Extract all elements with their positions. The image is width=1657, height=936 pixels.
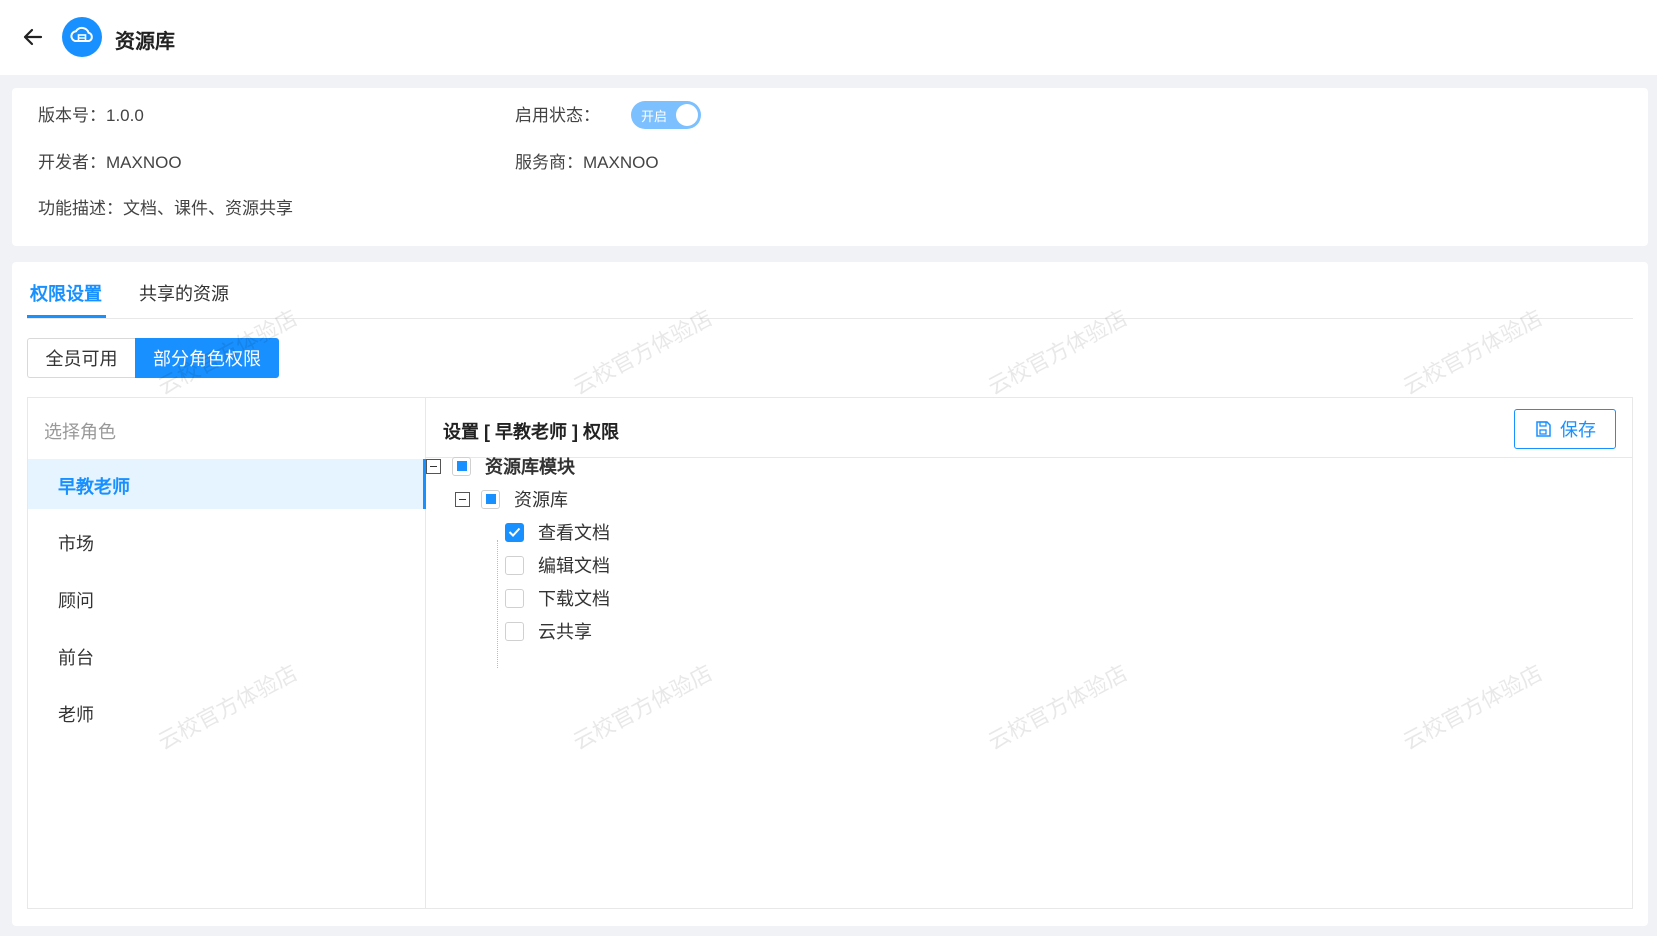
- collapse-icon[interactable]: [426, 458, 441, 474]
- view-doc-checkbox[interactable]: [505, 522, 524, 542]
- group-label: 资源库: [514, 490, 568, 510]
- tab-shared-resources[interactable]: 共享的资源: [139, 280, 229, 306]
- role-item[interactable]: 老师: [28, 687, 426, 737]
- tree-guide-line: [497, 540, 498, 668]
- segment-all-members[interactable]: 全员可用: [27, 338, 135, 378]
- status-label: 启用状态：: [515, 106, 600, 125]
- group-checkbox[interactable]: [481, 489, 500, 509]
- module-label: 资源库模块: [485, 457, 575, 477]
- permissions-card: 权限设置 共享的资源 全员可用 部分角色权限 选择角色 早教老师 市场 顾问 前…: [12, 262, 1648, 926]
- status-toggle-text: 开启: [641, 109, 668, 124]
- module-checkbox[interactable]: [452, 456, 471, 476]
- back-arrow-icon[interactable]: [20, 24, 46, 50]
- active-tab-indicator: [27, 315, 106, 318]
- toggle-knob: [676, 104, 698, 126]
- role-item-label: 前台: [58, 648, 94, 668]
- download-doc-checkbox[interactable]: [505, 588, 524, 608]
- check-icon: [508, 527, 521, 537]
- role-item-label: 顾问: [58, 591, 94, 611]
- role-item-label: 老师: [58, 705, 94, 725]
- tree-leaf: 下载文档: [505, 585, 610, 611]
- permission-title: 设置 [ 早教老师 ] 权限: [443, 422, 619, 442]
- tree-leaf: 编辑文档: [505, 552, 610, 578]
- leaf-label: 查看文档: [538, 523, 610, 543]
- tab-permission-settings[interactable]: 权限设置: [30, 280, 102, 306]
- role-item[interactable]: 前台: [28, 630, 426, 680]
- save-icon: [1536, 421, 1551, 437]
- role-list-heading: 选择角色: [44, 422, 116, 442]
- status-toggle[interactable]: 开启: [631, 101, 701, 129]
- leaf-label: 下载文档: [538, 589, 610, 609]
- cloud-share-checkbox[interactable]: [505, 621, 524, 641]
- tree-node-group: 资源库: [455, 486, 568, 512]
- app-logo-icon: [62, 17, 102, 57]
- leaf-label: 编辑文档: [538, 556, 610, 576]
- permission-area: 设置 [ 早教老师 ] 权限 保存: [426, 398, 1632, 908]
- role-item[interactable]: 早教老师: [28, 459, 426, 509]
- collapse-icon[interactable]: [455, 491, 470, 507]
- provider-text: 服务商：MAXNOO: [515, 153, 659, 172]
- save-button-label: 保存: [1560, 420, 1596, 440]
- edit-doc-checkbox[interactable]: [505, 555, 524, 575]
- leaf-label: 云共享: [538, 622, 592, 642]
- app-info-card: 版本号：1.0.0 启用状态： 开启 开发者：MAXNOO 服务商：MAXNOO…: [12, 88, 1648, 246]
- tree-leaf: 云共享: [505, 618, 592, 644]
- role-item[interactable]: 顾问: [28, 573, 426, 623]
- version-text: 版本号：1.0.0: [38, 106, 144, 125]
- tree-leaf: 查看文档: [505, 519, 610, 545]
- role-item[interactable]: 市场: [28, 516, 426, 566]
- segment-partial-roles[interactable]: 部分角色权限: [135, 338, 279, 378]
- role-permission-panel: 选择角色 早教老师 市场 顾问 前台 老师 设置 [ 早教老师 ] 权限 保存: [27, 397, 1633, 909]
- description-text: 功能描述：文档、课件、资源共享: [38, 199, 293, 218]
- save-button[interactable]: 保存: [1514, 409, 1616, 449]
- app-title: 资源库: [115, 31, 175, 53]
- tree-node-module: 资源库模块: [426, 453, 575, 479]
- top-bar: 资源库: [0, 0, 1657, 75]
- developer-text: 开发者：MAXNOO: [38, 153, 182, 172]
- role-list: 选择角色 早教老师 市场 顾问 前台 老师: [28, 398, 426, 908]
- role-item-label: 早教老师: [58, 477, 130, 497]
- role-item-label: 市场: [58, 534, 94, 554]
- tab-bar: 权限设置 共享的资源: [27, 262, 1633, 319]
- permission-header: 设置 [ 早教老师 ] 权限 保存: [426, 398, 1632, 458]
